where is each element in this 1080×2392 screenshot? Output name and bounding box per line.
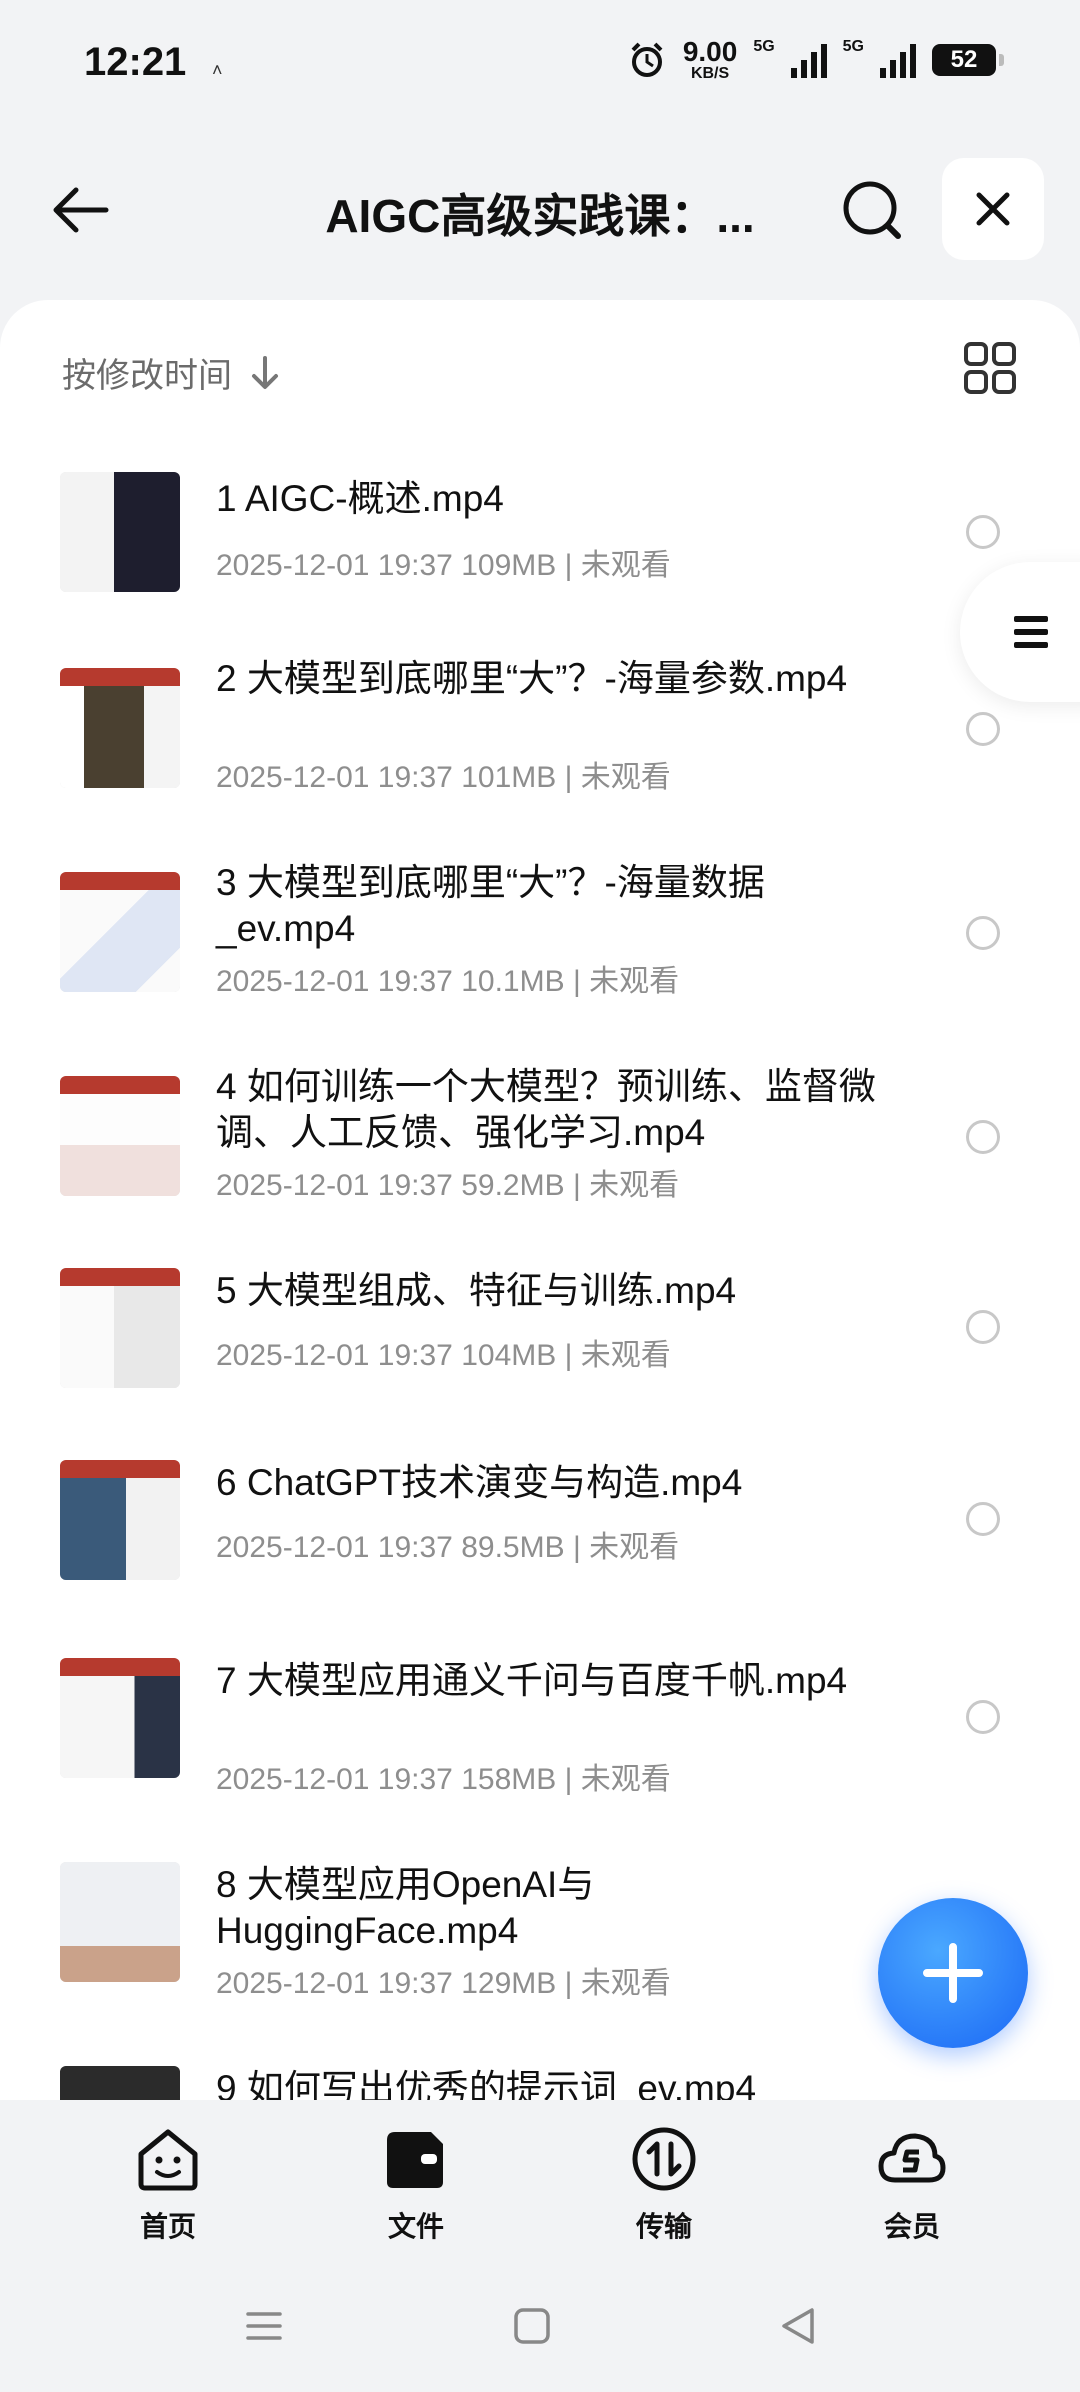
video-thumbnail: [60, 1862, 180, 1982]
file-name: 6 ChatGPT技术演变与构造.mp4: [216, 1462, 743, 1503]
recent-apps-icon[interactable]: [244, 2306, 284, 2346]
file-name: 9 如何写出优秀的提示词_ev.mp4: [216, 2068, 757, 2100]
video-thumbnail: [60, 1658, 180, 1778]
sort-selector[interactable]: 按修改时间: [62, 348, 280, 397]
status-time: 12:21: [84, 40, 187, 84]
video-thumbnail: [60, 1076, 180, 1196]
system-navigation-bar: [0, 2270, 1080, 2392]
alarm-icon: [631, 42, 663, 77]
notification-icon: ˄: [212, 60, 223, 80]
bottom-navigation: 首页 文件 传输 会员: [0, 2100, 1080, 2270]
file-name: 4 如何训练一个大模型？预训练、监督微调、人工反馈、强化学习.mp4: [216, 1066, 876, 1153]
file-list-panel: 按修改时间 1 AIGC-概述.mp4 2025-12-01 19:37 109…: [0, 300, 1080, 2100]
home-button-icon[interactable]: [512, 2306, 552, 2346]
select-checkbox[interactable]: [966, 515, 1000, 549]
grid-icon: [964, 342, 1016, 394]
file-meta: 2025-12-01 19:37 129MB | 未观看: [216, 1967, 671, 2000]
status-bar: 12:21 ˄ 9.00 KB/S 5G 5G 52: [0, 0, 1080, 130]
close-icon: [976, 192, 1010, 226]
back-button[interactable]: [48, 178, 112, 242]
nav-files[interactable]: 文件: [336, 2124, 496, 2245]
video-thumbnail: [60, 872, 180, 992]
grid-view-button[interactable]: [962, 340, 1018, 396]
top-bar: AIGC高级实践课：...: [0, 150, 1080, 270]
net-type-2: 5G: [842, 38, 864, 55]
close-button[interactable]: [942, 158, 1044, 260]
signal-icon-2: [880, 42, 916, 78]
file-name: 1 AIGC-概述.mp4: [216, 478, 504, 519]
home-face-icon: [138, 2129, 198, 2191]
file-name: 8 大模型应用OpenAI与HuggingFace.mp4: [216, 1864, 595, 1951]
file-name: 5 大模型组成、特征与训练.mp4: [216, 1270, 737, 1311]
status-right: 9.00 KB/S 5G 5G 52: [627, 36, 1004, 82]
file-meta: 2025-12-01 19:37 104MB | 未观看: [216, 1339, 671, 1372]
select-checkbox[interactable]: [966, 916, 1000, 950]
file-meta: 2025-12-01 19:37 101MB | 未观看: [216, 761, 671, 794]
file-name: 2 大模型到底哪里“大”？-海量参数.mp4: [216, 658, 848, 699]
select-checkbox[interactable]: [966, 1310, 1000, 1344]
file-name: 3 大模型到底哪里“大”？-海量数据_ev.mp4: [216, 862, 765, 949]
search-icon: [843, 181, 901, 239]
cloud-vip-icon: [878, 2133, 946, 2183]
network-speed: 9.00 KB/S: [682, 36, 738, 82]
video-thumbnail: [60, 472, 180, 592]
file-meta: 2025-12-01 19:37 158MB | 未观看: [216, 1763, 671, 1796]
battery-indicator: 52: [932, 44, 1004, 76]
transfer-icon: [632, 2127, 696, 2191]
arrow-left-icon: [53, 187, 109, 233]
nav-home[interactable]: 首页: [88, 2124, 248, 2245]
plus-icon: [923, 1943, 983, 2003]
select-checkbox[interactable]: [966, 1700, 1000, 1734]
file-meta: 2025-12-01 19:37 10.1MB | 未观看: [216, 965, 680, 998]
video-thumbnail: [60, 668, 180, 788]
wallet-folder-icon: [387, 2132, 443, 2188]
nav-vip[interactable]: 会员: [832, 2124, 992, 2245]
arrow-down-icon: [252, 355, 278, 389]
select-checkbox[interactable]: [966, 1502, 1000, 1536]
file-meta: 2025-12-01 19:37 89.5MB | 未观看: [216, 1531, 680, 1564]
file-meta: 2025-12-01 19:37 109MB | 未观看: [216, 549, 671, 582]
select-checkbox[interactable]: [966, 712, 1000, 746]
signal-icon-1: [790, 42, 827, 78]
video-thumbnail: [60, 2066, 180, 2100]
video-thumbnail: [60, 1460, 180, 1580]
menu-icon: [1014, 616, 1048, 648]
search-button[interactable]: [838, 176, 906, 244]
file-name: 7 大模型应用通义千问与百度千帆.mp4: [216, 1660, 848, 1701]
net-type-1: 5G: [753, 38, 775, 55]
file-meta: 2025-12-01 19:37 59.2MB | 未观看: [216, 1169, 680, 1202]
select-checkbox[interactable]: [966, 1120, 1000, 1154]
page-title: AIGC高级实践课：...: [325, 190, 755, 242]
sort-label: 按修改时间: [62, 357, 232, 395]
back-triangle-icon[interactable]: [778, 2306, 818, 2346]
video-thumbnail: [60, 1268, 180, 1388]
add-button[interactable]: [878, 1898, 1028, 2048]
nav-transfer[interactable]: 传输: [584, 2124, 744, 2245]
